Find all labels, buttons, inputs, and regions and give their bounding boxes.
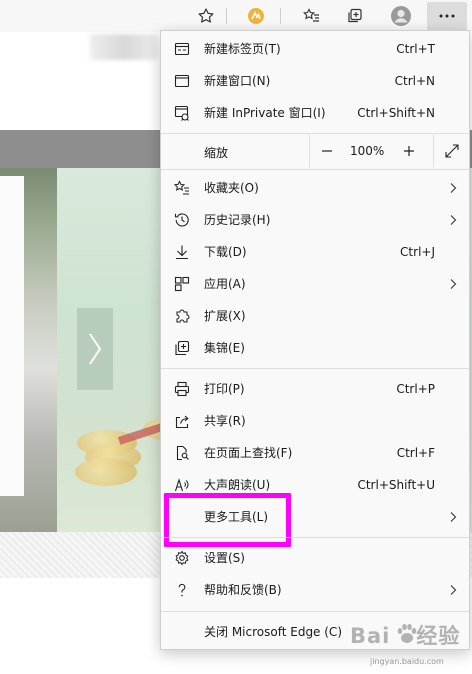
menu-item-label: 关闭 Microsoft Edge (C) <box>204 625 342 639</box>
more-ellipsis-icon[interactable] <box>427 2 467 30</box>
menu-item-label: 大声朗读(U) <box>204 478 271 492</box>
menu-item-label: 帮助和反馈(B) <box>204 583 282 597</box>
menu-item-shortcut: Ctrl+N <box>394 74 435 88</box>
favorites-list-icon[interactable] <box>296 2 328 30</box>
menu-item-downloads[interactable]: 下载(D) Ctrl+J <box>161 236 469 268</box>
chevron-right-icon <box>450 279 457 289</box>
settings-gear-icon <box>174 550 190 566</box>
watermark-url: jingyan.baidu.com <box>370 657 444 666</box>
zoom-out-button[interactable] <box>319 143 335 159</box>
menu-item-apps[interactable]: 应用(A) <box>161 268 469 300</box>
menu-item-help-feedback[interactable]: 帮助和反馈(B) <box>161 574 469 606</box>
favorites-icon <box>174 180 190 196</box>
watermark-brand: Bai <box>350 624 391 648</box>
menu-item-settings[interactable]: 设置(S) <box>161 542 469 574</box>
menu-item-new-inprivate-window[interactable]: 新建 InPrivate 窗口(I) Ctrl+Shift+N <box>161 97 469 129</box>
menu-item-label: 收藏夹(O) <box>204 181 259 195</box>
profile-avatar-icon[interactable] <box>385 2 417 30</box>
new-window-icon <box>174 73 190 89</box>
menu-item-shortcut: Ctrl+Shift+N <box>357 106 435 120</box>
zoom-value: 100% <box>350 144 385 158</box>
menu-item-share[interactable]: 共享(R) <box>161 405 469 437</box>
watermark-brand-2: 经验 <box>416 624 461 648</box>
menu-item-label: 打印(P) <box>204 382 245 396</box>
zoom-label: 缩放 <box>204 146 229 160</box>
chevron-right-icon <box>450 512 457 522</box>
extension-icon[interactable] <box>240 2 272 30</box>
chevron-right-icon <box>450 585 457 595</box>
print-icon <box>174 381 190 397</box>
menu-item-label: 新建标签页(T) <box>204 42 281 56</box>
menu-item-shortcut: Ctrl+J <box>400 245 435 259</box>
menu-item-label: 新建窗口(N) <box>204 74 271 88</box>
menu-item-label: 扩展(X) <box>204 309 246 323</box>
menu-item-label: 设置(S) <box>204 551 245 565</box>
menu-item-shortcut: Ctrl+F <box>396 446 435 460</box>
zoom-row: 缩放 100% <box>161 135 469 167</box>
favorite-star-icon[interactable] <box>190 2 222 30</box>
menu-item-label: 历史记录(H) <box>204 213 271 227</box>
carousel-next-button[interactable] <box>77 308 113 390</box>
new-tab-icon <box>174 41 190 57</box>
menu-item-label: 在页面上查找(F) <box>204 446 293 460</box>
collections-icon <box>174 340 190 356</box>
menu-item-collections[interactable]: 集锦(E) <box>161 332 469 364</box>
extensions-puzzle-icon <box>174 308 190 324</box>
hero-card <box>0 176 24 496</box>
menu-item-extensions[interactable]: 扩展(X) <box>161 300 469 332</box>
menu-item-label: 下载(D) <box>204 245 247 259</box>
read-aloud-icon <box>174 477 190 493</box>
share-icon <box>174 413 190 429</box>
menu-divider <box>161 611 469 612</box>
menu-item-shortcut: Ctrl+P <box>396 382 435 396</box>
zoom-in-button[interactable] <box>401 143 417 159</box>
chevron-right-icon <box>450 183 457 193</box>
menu-item-history[interactable]: 历史记录(H) <box>161 204 469 236</box>
menu-item-label: 共享(R) <box>204 414 246 428</box>
paw-logo-icon <box>397 624 417 643</box>
browser-toolbar <box>0 0 472 32</box>
menu-divider <box>161 133 469 134</box>
collections-icon[interactable] <box>339 2 371 30</box>
menu-item-new-window[interactable]: 新建窗口(N) Ctrl+N <box>161 65 469 97</box>
menu-divider <box>161 537 469 538</box>
history-icon <box>174 212 190 228</box>
highlight-box <box>164 493 291 547</box>
menu-divider <box>161 368 469 369</box>
inprivate-window-icon <box>174 105 190 121</box>
menu-item-find-on-page[interactable]: 在页面上查找(F) Ctrl+F <box>161 437 469 469</box>
menu-item-new-tab[interactable]: 新建标签页(T) Ctrl+T <box>161 33 469 65</box>
menu-divider <box>161 169 469 170</box>
find-on-page-icon <box>174 445 190 461</box>
more-menu: 新建标签页(T) Ctrl+T 新建窗口(N) Ctrl+N 新建 InPriv… <box>160 30 470 650</box>
menu-item-label: 应用(A) <box>204 277 246 291</box>
menu-item-shortcut: Ctrl+T <box>396 42 435 56</box>
menu-item-label: 集锦(E) <box>204 341 245 355</box>
chevron-right-icon <box>450 215 457 225</box>
menu-item-favorites[interactable]: 收藏夹(O) <box>161 172 469 204</box>
menu-item-print[interactable]: 打印(P) Ctrl+P <box>161 373 469 405</box>
blurred-page-element <box>90 34 158 60</box>
menu-item-shortcut: Ctrl+Shift+U <box>357 478 435 492</box>
help-question-icon <box>174 582 190 598</box>
menu-item-label: 新建 InPrivate 窗口(I) <box>204 106 326 120</box>
apps-icon <box>174 276 190 292</box>
download-icon <box>174 244 190 260</box>
fullscreen-button[interactable] <box>433 135 469 167</box>
